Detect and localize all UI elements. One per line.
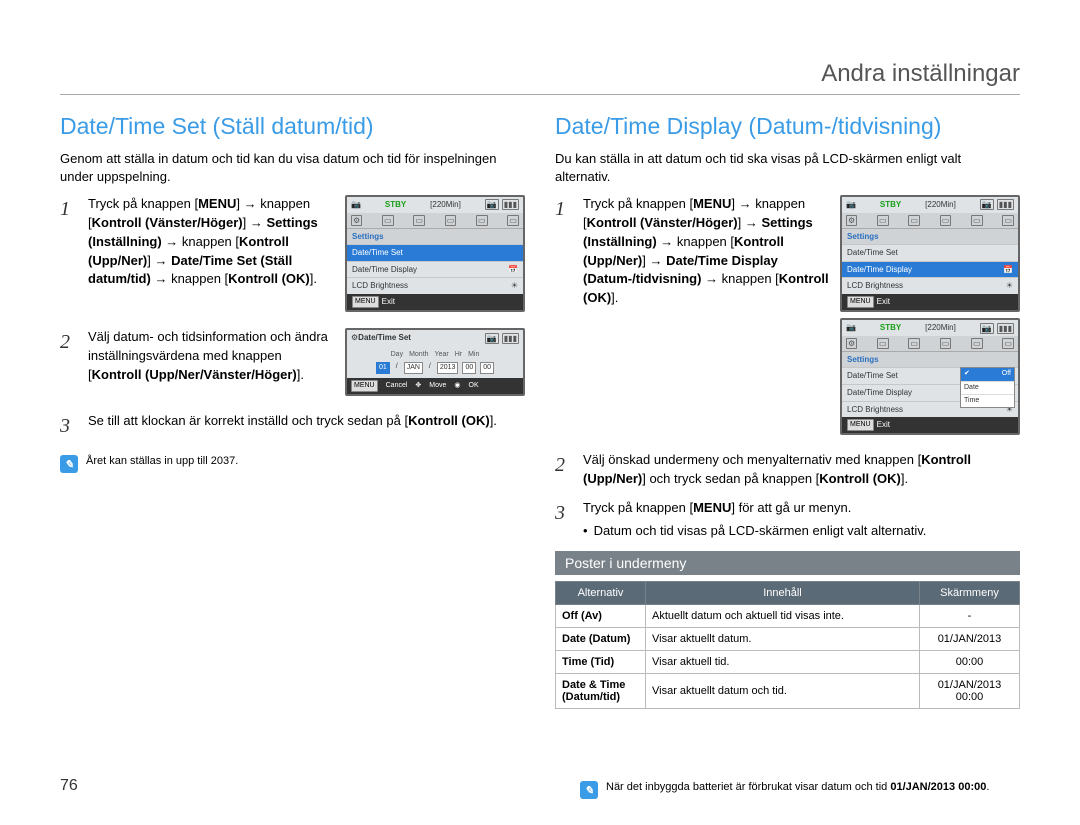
th-skarmmeny: Skärmmeny — [920, 581, 1020, 604]
page-header: Andra inställningar — [60, 60, 1020, 95]
cell-content: Visar aktuellt datum och tid. — [646, 673, 920, 708]
cell-content: Aktuellt datum och aktuell tid visas int… — [646, 604, 920, 627]
lcd-datetime-editor: ⚙ Date/Time Set 📷▮▮▮ DayMonthYearHrMin 0… — [345, 328, 525, 396]
step-2-text: Välj datum- och tidsinformation och ändr… — [88, 328, 335, 385]
cell-opt: Time (Tid) — [556, 650, 646, 673]
step-number: 3 — [555, 499, 573, 541]
note-icon: ✎ — [60, 455, 78, 473]
th-alternativ: Alternativ — [556, 581, 646, 604]
left-note-text: Året kan ställas in upp till 2037. — [86, 455, 238, 467]
cell-opt: Date & Time (Datum/tid) — [556, 673, 646, 708]
cell-content: Visar aktuell tid. — [646, 650, 920, 673]
step-number: 3 — [60, 412, 78, 441]
cell-display: 00:00 — [920, 650, 1020, 673]
left-column: Date/Time Set (Ställ datum/tid) Genom at… — [60, 113, 525, 709]
bottom-note: ✎ När det inbyggda batteriet är förbruka… — [580, 781, 1020, 799]
step-1-text: Tryck på knappen [MENU] → knappen [Kontr… — [88, 195, 335, 289]
right-column: Date/Time Display (Datum-/tidvisning) Du… — [555, 113, 1020, 709]
right-heading: Date/Time Display (Datum-/tidvisning) — [555, 113, 1020, 140]
r-step-3-text: Tryck på knappen [MENU] för att gå ur me… — [583, 499, 1020, 541]
step-number: 2 — [555, 451, 573, 489]
step-number: 1 — [60, 195, 78, 318]
page-number: 76 — [60, 777, 78, 795]
lcd-menu-settings: 📷 STBY [220Min] 📷▮▮▮ ⚙▭▭▭▭▭ Settings Dat… — [345, 195, 525, 312]
r-step-1-text: Tryck på knappen [MENU] → knappen [Kontr… — [583, 195, 830, 308]
cell-opt: Off (Av) — [556, 604, 646, 627]
left-heading: Date/Time Set (Ställ datum/tid) — [60, 113, 525, 140]
cell-display: - — [920, 604, 1020, 627]
step-number: 1 — [555, 195, 573, 441]
cell-display: 01/JAN/201300:00 — [920, 673, 1020, 708]
step-3-text: Se till att klockan är korrekt inställd … — [88, 412, 525, 441]
options-table: Alternativ Innehåll Skärmmeny Off (Av) A… — [555, 581, 1020, 709]
lcd-submenu-display: 📷STBY [220Min] 📷▮▮▮ ⚙▭▭▭▭▭ Settings Date… — [840, 318, 1020, 435]
left-intro: Genom att ställa in datum och tid kan du… — [60, 150, 525, 185]
cell-content: Visar aktuellt datum. — [646, 627, 920, 650]
note-icon: ✎ — [580, 781, 598, 799]
cell-display: 01/JAN/2013 — [920, 627, 1020, 650]
right-intro: Du kan ställa in att datum och tid ska v… — [555, 150, 1020, 185]
r-step-2-text: Välj önskad undermeny och menyalternativ… — [583, 451, 1020, 489]
step-number: 2 — [60, 328, 78, 402]
lcd-menu-settings-2: 📷STBY [220Min] 📷▮▮▮ ⚙▭▭▭▭▭ Settings Date… — [840, 195, 1020, 312]
th-innehall: Innehåll — [646, 581, 920, 604]
submenu-heading: Poster i undermeny — [555, 551, 1020, 575]
cell-opt: Date (Datum) — [556, 627, 646, 650]
